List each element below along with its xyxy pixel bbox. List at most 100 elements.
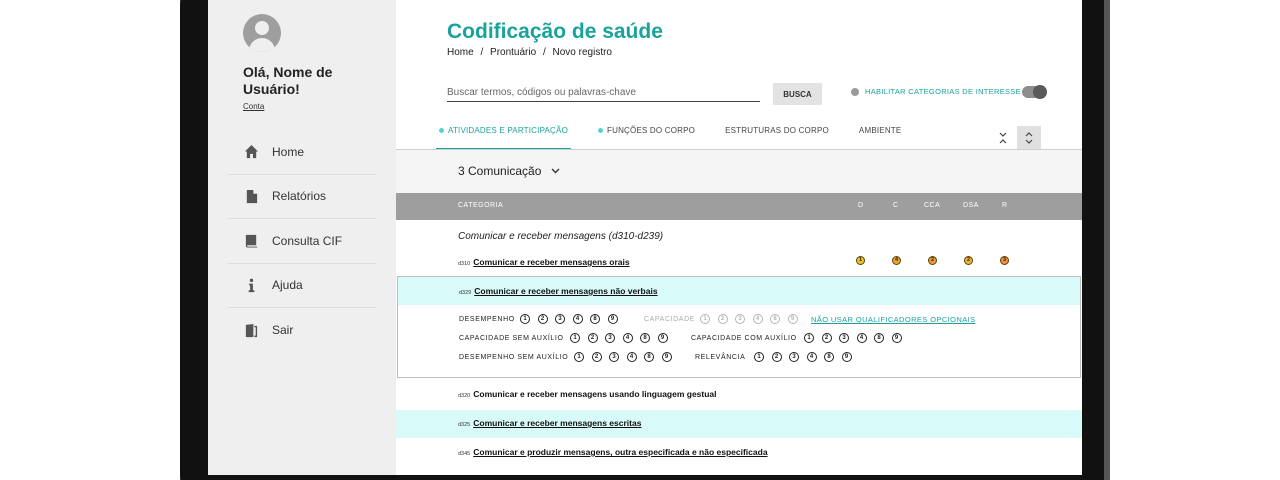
tab-atividades-participacao[interactable]: ATIVIDADES E PARTICIPAÇÃO [436,126,571,150]
qualifier-option[interactable]: 4 [622,333,633,343]
qualifier-option: 2 [717,314,728,324]
document-icon [243,188,259,204]
category-code: d320 [458,393,471,399]
column-header-cca: CCA [924,202,941,209]
qualifier-option[interactable]: 8 [644,352,654,362]
qualifier-option[interactable]: 4 [572,314,583,324]
qualifier-option[interactable]: 9 [657,333,668,343]
sidebar-item-consulta-cif[interactable]: Consulta CIF [228,219,376,264]
tab-funcoes-do-corpo[interactable]: FUNÇÕES DO CORPO [595,126,698,150]
qualifier-badge-c[interactable]: 4 [892,256,901,265]
category-link[interactable]: Comunicar e receber mensagens orais [473,257,629,267]
qualifier-option[interactable]: 1 [520,314,530,324]
qualifier-options-desempenho-sem-auxilio: 1 2 3 4 8 9 [574,352,679,362]
category-link[interactable]: Comunicar e receber mensagens não verbai… [474,286,657,296]
qualifier-option[interactable]: 4 [626,352,637,362]
qualifier-option[interactable]: 8 [640,333,650,343]
sidebar-item-sair[interactable]: Sair [228,308,376,353]
qualifier-option: 1 [700,314,710,324]
qualifier-option[interactable]: 3 [609,352,619,362]
collapse-icon [999,132,1007,144]
breadcrumb: Home / Prontuário / Novo registro [447,47,616,58]
qualifier-badge-dsa[interactable]: 2 [964,256,973,265]
breadcrumb-current: Novo registro [552,47,612,58]
table-row: d345 Comunicar e produzir mensagens, out… [396,442,1082,464]
tab-marker-dot [439,128,444,133]
account-link[interactable]: Conta [243,102,264,111]
qualifier-option[interactable]: 8 [590,314,600,324]
breadcrumb-home[interactable]: Home [447,47,474,58]
qualifier-label-capacidade-com-auxilio: CAPACIDADE COM AUXÍLIO [691,335,797,342]
sidebar-item-relatorios[interactable]: Relatórios [228,175,376,219]
category-tabs: ATIVIDADES E PARTICIPAÇÃO FUNÇÕES DO COR… [436,126,928,150]
qualifier-option[interactable]: 3 [555,314,565,324]
qualifier-badge-cca[interactable]: 2 [928,256,937,265]
qualifier-option[interactable]: 4 [806,352,817,362]
qualifier-option[interactable]: 8 [874,333,884,343]
qualifier-label-relevancia: RELEVÂNCIA [695,354,746,361]
table-row: d325 Comunicar e receber mensagens escri… [396,410,1082,438]
qualifier-option[interactable]: 1 [570,333,580,343]
user-avatar-icon[interactable] [243,14,281,52]
category-code: d325 [458,422,471,428]
qualifier-option[interactable]: 1 [754,352,764,362]
qualifier-options-capacidade-com-auxilio: 1 2 3 4 8 9 [804,333,909,343]
qualifier-option[interactable]: 2 [821,333,832,343]
qualifier-option[interactable]: 9 [841,352,852,362]
interest-categories-toggle[interactable] [1022,85,1047,99]
sidebar-item-home[interactable]: Home [228,130,376,175]
qualifier-option[interactable]: 9 [661,352,672,362]
qualifier-label-capacidade: CAPACIDADE [644,316,695,323]
qualifier-badge-r[interactable]: 3 [1000,256,1009,265]
info-icon [243,277,259,293]
column-header-categoria: CATEGORIA [458,202,504,209]
qualifier-option[interactable]: 2 [591,352,602,362]
no-optional-qualifiers-link[interactable]: NÃO USAR QUALIFICADORES OPCIONAIS [811,315,975,324]
breadcrumb-separator: / [480,47,484,58]
qualifier-option[interactable]: 9 [891,333,902,343]
column-header-c: C [893,202,899,209]
device-frame-right-edge [1104,0,1110,480]
collapse-all-button[interactable] [991,126,1015,150]
qualifier-option[interactable]: 3 [789,352,799,362]
column-header-r: R [1002,202,1008,209]
qualifier-option: 8 [770,314,780,324]
search-input[interactable] [447,83,760,102]
qualifier-option[interactable]: 2 [537,314,548,324]
qualifier-option[interactable]: 8 [824,352,834,362]
tab-estruturas-do-corpo[interactable]: ESTRUTURAS DO CORPO [722,126,832,150]
sidebar-item-ajuda[interactable]: Ajuda [228,264,376,308]
home-icon [243,144,259,160]
qualifier-badge-d[interactable]: 1 [856,256,865,265]
qualifier-option[interactable]: 2 [587,333,598,343]
sidebar-item-label: Ajuda [272,278,303,293]
qualifier-option[interactable]: 9 [607,314,618,324]
qualifier-option[interactable]: 2 [771,352,782,362]
qualifier-options-relevancia: 1 2 3 4 8 9 [754,352,859,362]
expanded-row-header[interactable]: d329 Comunicar e receber mensagens não v… [398,277,1080,305]
qualifier-option[interactable]: 4 [856,333,867,343]
category-link[interactable]: Comunicar e receber mensagens escritas [473,418,641,428]
qualifier-options-capacidade: 1 2 3 4 8 9 [700,314,805,324]
search-button[interactable]: BUSCA [773,83,822,105]
category-link[interactable]: Comunicar e receber mensagens usando lin… [473,389,716,399]
chevron-down-icon [551,168,560,174]
main-content: Codificação de saúde Home / Prontuário /… [396,0,1082,475]
category-code: d345 [458,451,471,457]
column-header-d: D [858,202,864,209]
app-screen: Olá, Nome de Usuário! Conta Home Relatór… [208,0,1082,475]
qualifier-option[interactable]: 1 [574,352,584,362]
sidebar-nav: Home Relatórios Consulta CIF Ajuda Sair [228,130,376,353]
category-link[interactable]: Comunicar e produzir mensagens, outra es… [473,447,767,457]
table-row: d320 Comunicar e receber mensagens usand… [396,385,1082,405]
breadcrumb-prontuario[interactable]: Prontuário [490,47,536,58]
qualifier-option[interactable]: 3 [839,333,849,343]
tab-label: ESTRUTURAS DO CORPO [725,126,829,135]
breadcrumb-separator: / [542,47,546,58]
tab-ambiente[interactable]: AMBIENTE [856,126,905,150]
section-dropdown[interactable]: 3 Comunicação [458,164,560,178]
qualifier-option[interactable]: 3 [605,333,615,343]
qualifier-option[interactable]: 1 [804,333,814,343]
expand-all-button[interactable] [1017,126,1041,150]
sidebar-item-label: Relatórios [272,189,327,204]
